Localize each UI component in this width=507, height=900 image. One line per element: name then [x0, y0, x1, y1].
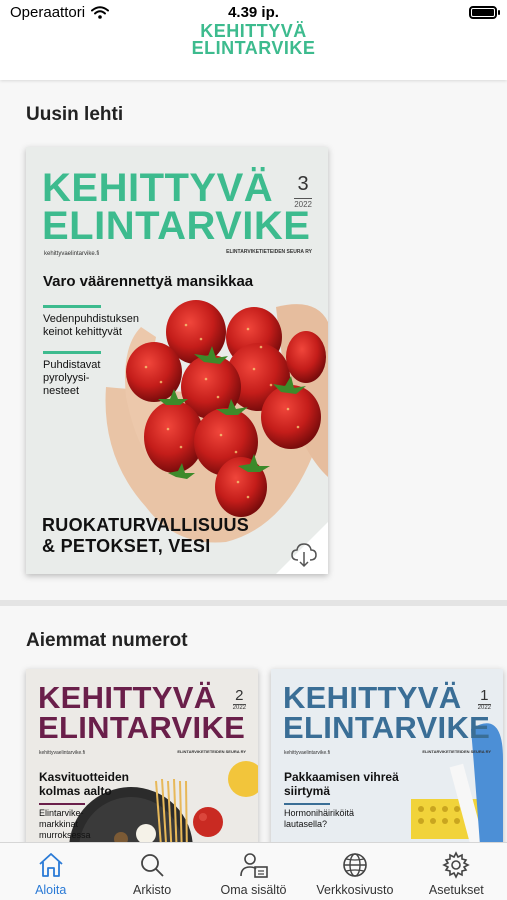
- tab-label-arkisto: Arkisto: [133, 883, 172, 897]
- issue-2-accent-bar: [39, 803, 85, 805]
- issue-1-accent-bar: [284, 803, 330, 805]
- top-bar: Operaattori 4.39 ip. KEHITTYVÄ ELINTARVI…: [0, 0, 507, 80]
- tab-label-aloita: Aloita: [35, 883, 67, 897]
- cover-url: kehittyvaelintarvike.fi: [44, 251, 100, 257]
- issue-2-number: 2: [235, 687, 244, 704]
- issue-2-title: KEHITTYVÄ ELINTARVIKE: [38, 680, 246, 745]
- issue-1-url: kehittyvaelintarvike.fi: [284, 750, 331, 756]
- cloud-download-icon[interactable]: [276, 522, 328, 574]
- cover-teaser-1: Vedenpuhdistuksen keinot kehittyvät: [43, 313, 140, 338]
- cover-footer-line-1: RUOKATURVALLISUUS: [42, 515, 250, 535]
- cover-accent-bar-1: [43, 305, 101, 308]
- globe-icon: [343, 853, 367, 877]
- issue-1-year: 2022: [477, 704, 491, 711]
- issue-1-title: KEHITTYVÄ ELINTARVIKE: [283, 680, 491, 745]
- user-content-icon: [239, 853, 268, 878]
- search-icon: [141, 854, 164, 877]
- tab-aloita[interactable]: Aloita: [0, 843, 101, 900]
- cover-teaser-2: Puhdistavat pyrolyysi-nesteet: [43, 359, 101, 397]
- tab-label-verkkosivusto: Verkkosivusto: [316, 883, 394, 897]
- previous-issue-cover-2[interactable]: KEHITTYVÄ ELINTARVIKE 2 2022 kehittyvael…: [26, 669, 258, 859]
- tab-verkkosivusto[interactable]: Verkkosivusto: [304, 843, 405, 900]
- issue-2-url: kehittyvaelintarvike.fi: [39, 750, 86, 756]
- issue-1-issue: 1 2022: [477, 687, 491, 711]
- cover-title-line-2: ELINTARVIKE: [42, 204, 311, 248]
- status-time: 4.39 ip.: [228, 4, 279, 21]
- battery-icon: [469, 6, 500, 19]
- gear-icon: [442, 851, 471, 879]
- cover-issue-year: 2022: [294, 198, 312, 209]
- issue-2-teaser: Elintarvike-markkinat murroksessa: [39, 808, 91, 840]
- latest-section-title: Uusin lehti: [26, 104, 124, 125]
- issue-2-title-line-1: KEHITTYVÄ: [38, 680, 217, 715]
- app-screen: Operaattori 4.39 ip. KEHITTYVÄ ELINTARVI…: [0, 0, 507, 900]
- issue-1-publisher: ELINTARVIKETIETEIDEN SEURA RY: [422, 749, 491, 754]
- issue-2-year: 2022: [232, 704, 246, 711]
- cover-title-line-1: KEHITTYVÄ: [42, 166, 274, 210]
- tab-label-asetukset: Asetukset: [428, 883, 484, 897]
- previous-section-title: Aiemmat numerot: [26, 630, 188, 651]
- cover-issue: 3 2022: [294, 173, 312, 209]
- issue-2-headline: Kasvituotteiden kolmas aalto: [39, 770, 130, 798]
- cover-headline: Varo väärennettyä mansikkaa: [43, 273, 254, 290]
- logo-line-2: ELINTARVIKE: [191, 38, 316, 58]
- tab-bar: Aloita Arkisto Oma sisältö Verkkosivusto…: [0, 842, 507, 900]
- issue-1-headline: Pakkaamisen vihreä siirtymä: [284, 770, 399, 798]
- issue-1-title-line-1: KEHITTYVÄ: [283, 680, 462, 715]
- issue-1-number: 1: [480, 687, 489, 704]
- tab-oma-sisalto[interactable]: Oma sisältö: [203, 843, 304, 900]
- issue-1-title-line-2: ELINTARVIKE: [283, 710, 491, 745]
- home-icon: [39, 853, 63, 877]
- cover-issue-number: 3: [297, 173, 309, 195]
- previous-issue-cover-1[interactable]: KEHITTYVÄ ELINTARVIKE 1 2022 kehittyvael…: [271, 669, 503, 859]
- latest-issue-cover[interactable]: KEHITTYVÄ ELINTARVIKE 3 2022 kehittyvael…: [26, 147, 328, 574]
- app-logo: KEHITTYVÄ ELINTARVIKE: [0, 22, 507, 58]
- tab-arkisto[interactable]: Arkisto: [101, 843, 202, 900]
- issue-2-publisher: ELINTARVIKETIETEIDEN SEURA RY: [177, 749, 246, 754]
- cover-publisher: ELINTARVIKETIETEIDEN SEURA RY: [226, 249, 312, 255]
- tab-asetukset[interactable]: Asetukset: [406, 843, 507, 900]
- issue-2-title-line-2: ELINTARVIKE: [38, 710, 246, 745]
- tab-label-oma-sisalto: Oma sisältö: [220, 883, 287, 897]
- cover-footer: RUOKATURVALLISUUS & PETOKSET, VESI: [42, 515, 249, 557]
- cover-title: KEHITTYVÄ ELINTARVIKE: [42, 166, 311, 248]
- cover-footer-line-2: & PETOKSET, VESI: [42, 536, 211, 556]
- issue-2-issue: 2 2022: [232, 687, 246, 711]
- issue-1-teaser: Hormonihäiriköitä lautasella?: [284, 808, 355, 829]
- cover-accent-bar-2: [43, 351, 101, 354]
